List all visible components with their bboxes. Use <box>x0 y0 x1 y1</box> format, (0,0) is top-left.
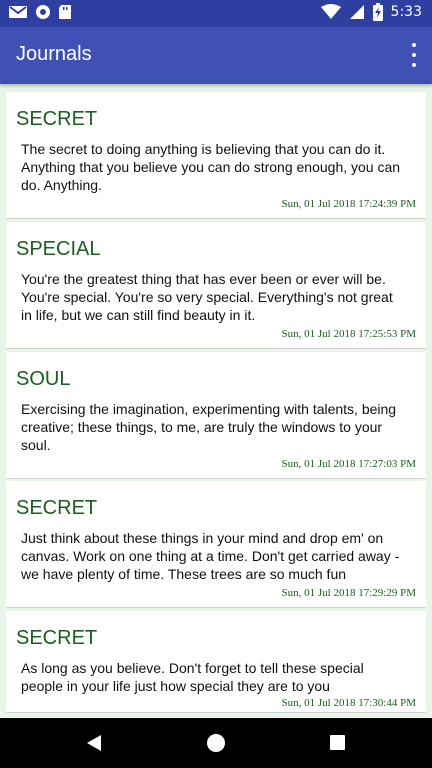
sd-card-icon <box>59 5 71 19</box>
journal-title: SECRET <box>16 627 98 649</box>
home-icon[interactable] <box>207 734 225 752</box>
notification-icons <box>8 4 72 20</box>
journal-date: Sun, 01 Jul 2018 17:24:39 PM <box>281 198 416 210</box>
journal-card[interactable]: SECRET As long as you believe. Don't for… <box>6 611 426 713</box>
app-bar: Journals <box>0 27 432 84</box>
battery-charging-icon <box>372 3 383 21</box>
journal-body: Just think about these things in your mi… <box>21 530 400 582</box>
wifi-icon <box>320 4 341 19</box>
journal-body: Exercising the imagination, experimentin… <box>21 401 397 453</box>
journal-body: The secret to doing anything is believin… <box>21 141 401 193</box>
sync-circle-icon <box>36 5 50 19</box>
page-title: Journals <box>16 43 92 65</box>
journal-title: SECRET <box>16 108 98 130</box>
journal-date: Sun, 01 Jul 2018 17:30:44 PM <box>281 697 416 709</box>
signal-icon <box>349 5 364 19</box>
journal-list[interactable]: SECRET The secret to doing anything is b… <box>0 84 432 718</box>
navigation-bar <box>0 718 432 768</box>
system-status: 5:33 <box>320 3 422 21</box>
journal-card[interactable]: SOUL Exercising the imagination, experim… <box>6 352 426 479</box>
gmail-icon <box>9 6 27 18</box>
clock: 5:33 <box>390 4 422 20</box>
journal-body: As long as you believe. Don't forget to … <box>21 660 364 694</box>
journal-date: Sun, 01 Jul 2018 17:25:53 PM <box>281 328 416 340</box>
journal-card[interactable]: SPECIAL You're the greatest thing that h… <box>6 222 426 349</box>
back-icon[interactable] <box>86 734 102 752</box>
journal-title: SECRET <box>16 497 98 519</box>
status-bar: 5:33 <box>0 0 432 27</box>
journal-date: Sun, 01 Jul 2018 17:29:29 PM <box>281 587 416 599</box>
journal-title: SPECIAL <box>16 238 101 260</box>
journal-date: Sun, 01 Jul 2018 17:27:03 PM <box>281 458 416 470</box>
journal-body: You're the greatest thing that has ever … <box>21 271 393 323</box>
journal-title: SOUL <box>16 368 71 390</box>
journal-card[interactable]: SECRET The secret to doing anything is b… <box>6 92 426 219</box>
overflow-menu-icon[interactable] <box>410 43 418 67</box>
recent-apps-icon[interactable] <box>330 735 345 750</box>
journal-card[interactable]: SECRET Just think about these things in … <box>6 481 426 608</box>
